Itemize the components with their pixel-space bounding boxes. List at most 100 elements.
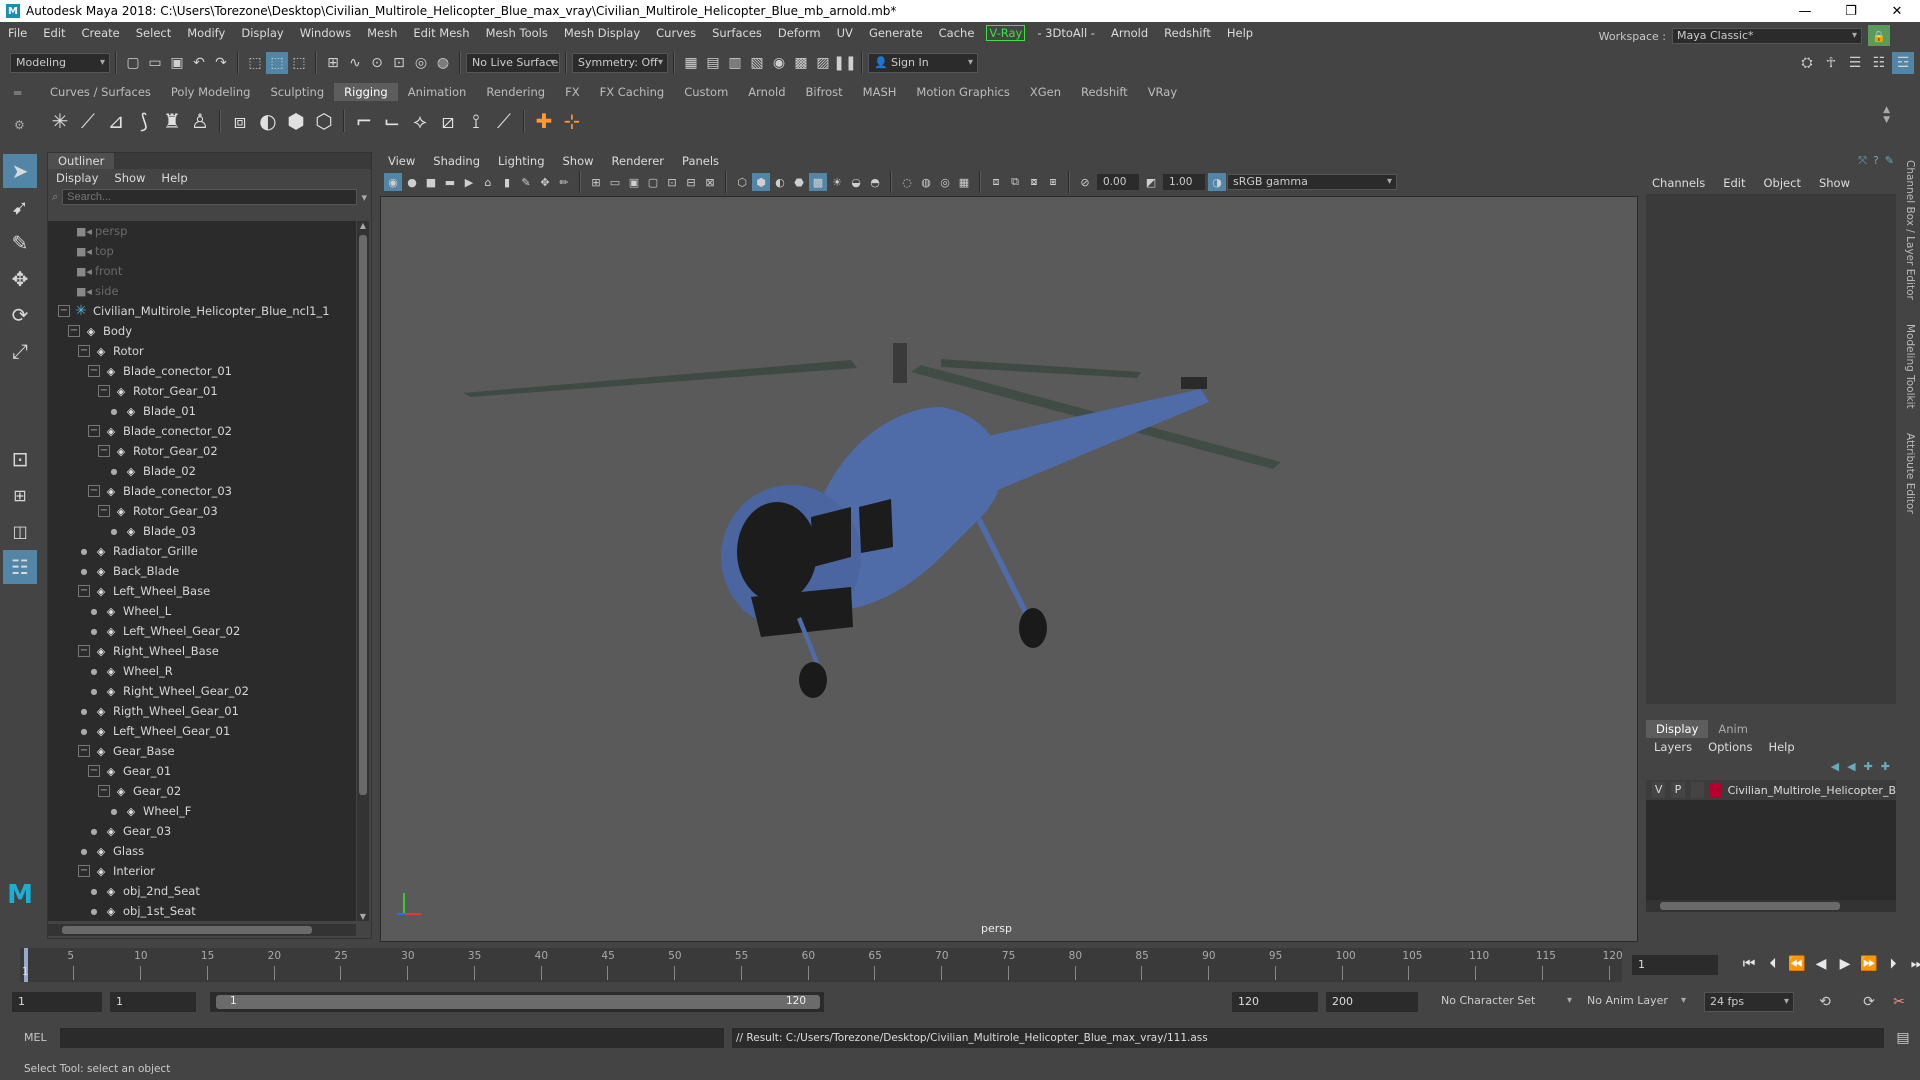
- color-management-icon[interactable]: ◑: [1208, 173, 1226, 191]
- shelf-tab-redshift[interactable]: Redshift: [1071, 83, 1138, 101]
- outliner-hscroll-thumb[interactable]: [62, 926, 312, 934]
- tail-rotor[interactable]: [1181, 377, 1207, 389]
- menu-mesh-display[interactable]: Mesh Display: [556, 26, 648, 40]
- wire-icon[interactable]: ⬡: [310, 106, 338, 136]
- shelf-options[interactable]: ═ ⚙: [14, 86, 34, 146]
- menu-select[interactable]: Select: [128, 26, 179, 40]
- open-scene-icon[interactable]: ▭: [144, 52, 166, 74]
- step-back-icon[interactable]: ⏴: [1764, 954, 1782, 974]
- shelf-tab-fx-caching[interactable]: FX Caching: [590, 83, 675, 101]
- menu-arnold[interactable]: Arnold: [1103, 26, 1156, 40]
- outliner-item[interactable]: ● ◈ Wheel_L: [48, 601, 356, 621]
- outliner-item[interactable]: − ◈ Blade_conector_03: [48, 481, 356, 501]
- step-forward-key-icon[interactable]: ⏩: [1860, 954, 1878, 974]
- outliner-item[interactable]: − ◈ Body: [48, 321, 356, 341]
- collapse-icon[interactable]: −: [68, 325, 80, 337]
- layer-playback-toggle[interactable]: P: [1671, 782, 1685, 798]
- use-all-lights-icon[interactable]: ☀: [828, 173, 846, 191]
- outliner-item[interactable]: − ◈ Left_Wheel_Base: [48, 581, 356, 601]
- undo-icon[interactable]: ↶: [188, 52, 210, 74]
- snap-surface-icon[interactable]: ◎: [410, 52, 432, 74]
- snap-view-icon[interactable]: ⊡: [388, 52, 410, 74]
- rotor-blade-left[interactable]: [463, 360, 857, 397]
- outliner-item[interactable]: ● ◈ Wheel_R: [48, 661, 356, 681]
- front-wheel[interactable]: [799, 662, 827, 698]
- backface-culling-icon[interactable]: ⧆: [1044, 173, 1062, 191]
- right-wheel[interactable]: [1019, 608, 1047, 648]
- lattice-icon[interactable]: ⧈: [226, 106, 254, 136]
- snap-live-icon[interactable]: ◍: [432, 52, 454, 74]
- move-layer-down-icon[interactable]: ◀: [1847, 760, 1855, 773]
- script-editor-icon[interactable]: ▤: [1892, 1027, 1914, 1049]
- gamma-field[interactable]: 1.00: [1163, 174, 1205, 190]
- motion-blur-icon[interactable]: ◌: [898, 173, 916, 191]
- lock-icon[interactable]: 🔒: [1868, 25, 1890, 47]
- grease-pencil-icon[interactable]: ✎: [517, 173, 535, 191]
- side-tab-modeling-toolkit[interactable]: Modeling Toolkit: [1904, 324, 1916, 409]
- menu-mesh[interactable]: Mesh: [359, 26, 405, 40]
- outliner-item[interactable]: ● ◈ Blade_03: [48, 521, 356, 541]
- outliner-item[interactable]: ● ◈ Left_Wheel_Gear_01: [48, 721, 356, 741]
- chevron-down-icon[interactable]: ▾: [361, 191, 367, 204]
- collapse-icon[interactable]: −: [98, 785, 110, 797]
- channel-menu-channels[interactable]: Channels: [1652, 176, 1705, 190]
- viewport-menu-panels[interactable]: Panels: [682, 154, 719, 168]
- time-slider-bar[interactable]: 1 5 10 15 20 25 30 35 40 45 50 55 60 65 70 75 80 85 90 95 1…: [20, 948, 1623, 982]
- menu-uv[interactable]: UV: [829, 26, 861, 40]
- outliner-tab[interactable]: Outliner: [48, 153, 115, 169]
- menu-3dtoall[interactable]: - 3DtoAll -: [1029, 26, 1103, 40]
- outliner-item[interactable]: ■◂ top: [48, 241, 356, 261]
- exposure-field[interactable]: 0.00: [1097, 174, 1139, 190]
- viewport-menu-view[interactable]: View: [388, 154, 415, 168]
- menu-edit[interactable]: Edit: [35, 26, 73, 40]
- textured-icon[interactable]: ▩: [809, 173, 827, 191]
- outliner-item[interactable]: ■◂ persp: [48, 221, 356, 241]
- side-tab-channel-box-layer-editor[interactable]: Channel Box / Layer Editor: [1904, 160, 1916, 300]
- shelf-tab-motion-graphics[interactable]: Motion Graphics: [906, 83, 1019, 101]
- save-scene-icon[interactable]: ▣: [166, 52, 188, 74]
- move-layer-up-icon[interactable]: ◀: [1831, 760, 1839, 773]
- mirror-weights-icon[interactable]: ⧄: [434, 106, 462, 136]
- cockpit-window-front[interactable]: [737, 502, 817, 602]
- xray-icon[interactable]: ⧈: [987, 173, 1005, 191]
- step-back-key-icon[interactable]: ⏪: [1788, 954, 1806, 974]
- lasso-tool-icon[interactable]: ➹: [3, 190, 37, 224]
- live-surface-select[interactable]: No Live Surface: [466, 53, 560, 73]
- camera-attributes-icon[interactable]: ●: [403, 173, 421, 191]
- loop-icon[interactable]: ⟲: [1814, 991, 1836, 1013]
- new-layer-icon[interactable]: ✚: [1864, 760, 1873, 773]
- outliner-item[interactable]: ● ◈ Rigth_Wheel_Gear_01: [48, 701, 356, 721]
- point-constraint-icon[interactable]: ✚: [530, 106, 558, 136]
- playback-end-field[interactable]: 120: [1232, 992, 1318, 1012]
- vray-render-icon[interactable]: ▩: [790, 52, 812, 74]
- outliner-item[interactable]: ■◂ side: [48, 281, 356, 301]
- outliner-scroll-thumb[interactable]: [359, 235, 367, 795]
- ik-handle-icon[interactable]: ⊿: [102, 106, 130, 136]
- film-gate-icon[interactable]: ▭: [606, 173, 624, 191]
- layer-visibility-toggle[interactable]: V: [1652, 782, 1666, 798]
- go-to-end-icon[interactable]: ⏭: [1908, 954, 1920, 974]
- gamma-icon[interactable]: ◩: [1142, 173, 1160, 191]
- quick-rig-icon[interactable]: ♜: [158, 106, 186, 136]
- channel-box-move-icon[interactable]: ⤧: [1858, 154, 1867, 168]
- ambient-occlusion-icon[interactable]: ◓: [866, 173, 884, 191]
- camera-icon[interactable]: ▶: [460, 173, 478, 191]
- wireframe-icon[interactable]: ⬡: [733, 173, 751, 191]
- display-layer-row[interactable]: V P Civilian_Multirole_Helicopter_B: [1646, 780, 1896, 800]
- collapse-icon[interactable]: −: [98, 505, 110, 517]
- rotor-blade-right[interactable]: [941, 359, 1141, 378]
- tool-settings-icon[interactable]: ☷: [1868, 52, 1890, 74]
- four-view-layout-icon[interactable]: ⊞: [3, 478, 37, 512]
- auto-key-icon[interactable]: ⟳: [1858, 991, 1880, 1013]
- layer-hscrollbar[interactable]: [1646, 900, 1896, 912]
- gate-mask-icon[interactable]: ▢: [644, 173, 662, 191]
- menu-mesh-tools[interactable]: Mesh Tools: [478, 26, 556, 40]
- outliner-menu-help[interactable]: Help: [161, 171, 187, 185]
- lock-camera-icon[interactable]: ⌂: [479, 173, 497, 191]
- shelf-scroll-icon[interactable]: ▲ ▼: [1883, 105, 1890, 125]
- play-back-icon[interactable]: ◀: [1812, 954, 1830, 974]
- character-set-select[interactable]: No Character Set: [1436, 992, 1576, 1012]
- channel-menu-object[interactable]: Object: [1764, 176, 1801, 190]
- fps-select[interactable]: 24 fps: [1704, 992, 1794, 1012]
- shelf-tab-arnold[interactable]: Arnold: [738, 83, 795, 101]
